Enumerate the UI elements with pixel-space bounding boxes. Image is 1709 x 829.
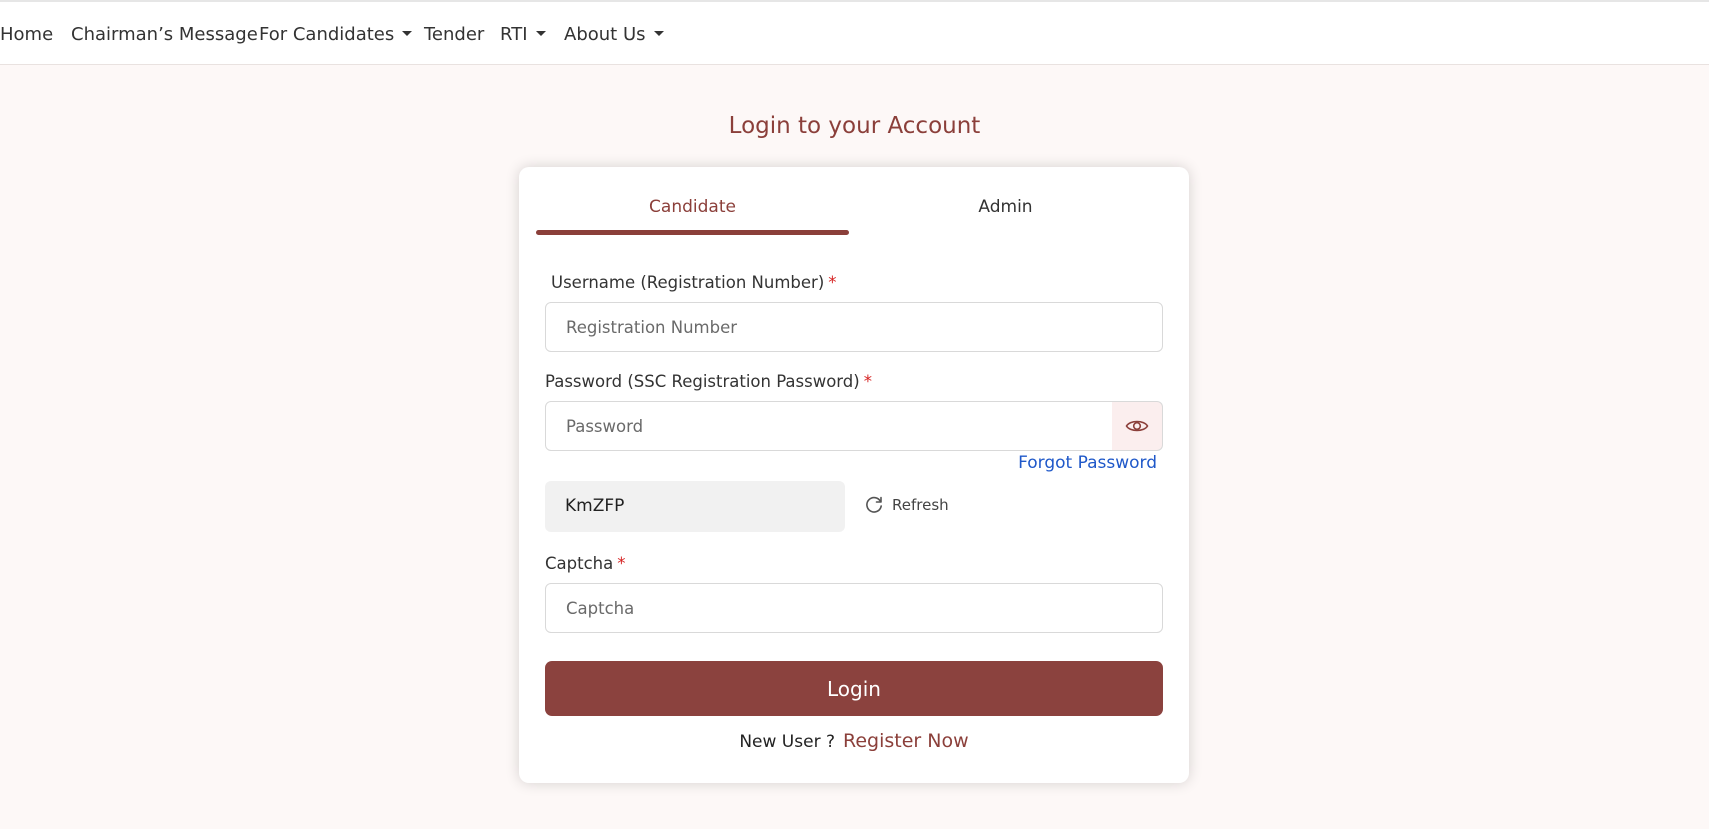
caret-down-icon bbox=[653, 31, 664, 36]
show-password-button[interactable] bbox=[1112, 401, 1163, 451]
refresh-label: Refresh bbox=[892, 496, 949, 514]
forgot-password-link[interactable]: Forgot Password bbox=[1018, 453, 1157, 473]
active-tab-indicator bbox=[536, 230, 849, 235]
top-navigation: Home Chairman’s Message For Candidates T… bbox=[0, 0, 1709, 65]
captcha-input[interactable] bbox=[545, 583, 1163, 633]
username-label: Username (Registration Number) * bbox=[551, 273, 837, 292]
required-marker: * bbox=[617, 554, 626, 573]
captcha-code: KmZFP bbox=[545, 481, 845, 532]
captcha-label-text: Captcha bbox=[545, 554, 614, 573]
tab-candidate[interactable]: Candidate bbox=[536, 197, 849, 217]
nav-about-us-label: About Us bbox=[564, 24, 646, 45]
register-row: New User ? Register Now bbox=[519, 730, 1189, 752]
password-label-text: Password (SSC Registration Password) bbox=[545, 372, 860, 391]
tab-admin[interactable]: Admin bbox=[849, 197, 1162, 217]
new-user-text: New User ? bbox=[739, 732, 835, 752]
nav-chairmans-message[interactable]: Chairman’s Message bbox=[71, 24, 258, 45]
nav-home[interactable]: Home bbox=[0, 24, 53, 45]
username-label-text: Username (Registration Number) bbox=[551, 273, 825, 292]
login-button[interactable]: Login bbox=[545, 661, 1163, 716]
refresh-captcha-button[interactable]: Refresh bbox=[864, 495, 949, 515]
nav-tender[interactable]: Tender bbox=[424, 24, 484, 45]
nav-about-us[interactable]: About Us bbox=[564, 24, 664, 45]
page-title: Login to your Account bbox=[728, 113, 981, 139]
refresh-icon bbox=[866, 496, 882, 513]
nav-rti[interactable]: RTI bbox=[500, 24, 546, 45]
eye-icon bbox=[1125, 420, 1149, 432]
password-label: Password (SSC Registration Password) * bbox=[545, 372, 872, 391]
register-now-link[interactable]: Register Now bbox=[843, 730, 969, 752]
nav-rti-label: RTI bbox=[500, 24, 528, 45]
required-marker: * bbox=[863, 372, 872, 391]
caret-down-icon bbox=[535, 31, 546, 36]
caret-down-icon bbox=[402, 31, 413, 36]
captcha-label: Captcha * bbox=[545, 554, 625, 573]
nav-for-candidates-label: For Candidates bbox=[259, 24, 395, 45]
password-input[interactable] bbox=[545, 401, 1113, 451]
login-card: Candidate Admin Username (Registration N… bbox=[519, 167, 1189, 783]
required-marker: * bbox=[828, 273, 837, 292]
username-input[interactable] bbox=[545, 302, 1163, 352]
nav-for-candidates[interactable]: For Candidates bbox=[259, 24, 413, 45]
